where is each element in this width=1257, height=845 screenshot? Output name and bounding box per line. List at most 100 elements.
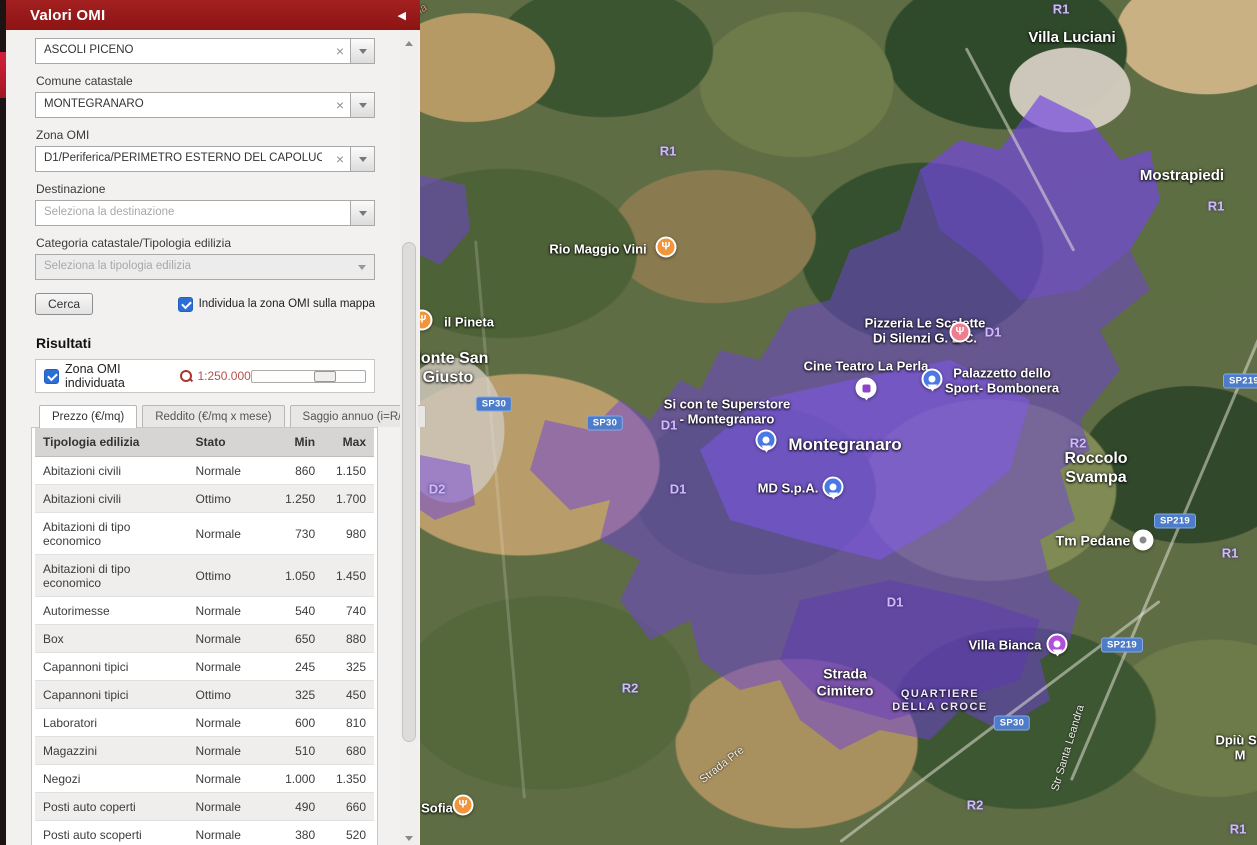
- chevron-down-icon: [358, 265, 366, 274]
- table-row: Posti auto copertiNormale490660: [35, 793, 374, 821]
- clear-icon[interactable]: ×: [336, 151, 344, 167]
- comune-combobox[interactable]: MONTEGRANARO ×: [35, 92, 375, 118]
- cell-max: 980: [323, 513, 374, 555]
- provincia-combobox[interactable]: ASCOLI PICENO ×: [35, 38, 375, 64]
- cell-min: 650: [276, 625, 323, 653]
- cell-stato: Normale: [188, 737, 276, 765]
- rio-maggio-vini-marker[interactable]: Ψ: [656, 237, 677, 258]
- cell-max: 880: [323, 625, 374, 653]
- cell-max: 1.700: [323, 485, 374, 513]
- cell-stato: Ottimo: [188, 681, 276, 709]
- cell-tipologia: Capannoni tipici: [35, 653, 188, 681]
- scroll-up-icon[interactable]: [400, 32, 418, 48]
- zona-omi-combobox[interactable]: D1/Periferica/PERIMETRO ESTERNO DEL CAPO…: [35, 146, 375, 172]
- cell-max: 450: [323, 681, 374, 709]
- map-canvas[interactable]: Villa Luciani Mostrapiedi Rio Maggio Vini i…: [420, 0, 1257, 845]
- panel-scrollbar[interactable]: [400, 30, 418, 845]
- map-zone-label-r2: R2: [622, 681, 639, 696]
- cell-min: 510: [276, 737, 323, 765]
- chevron-down-icon[interactable]: [350, 147, 374, 171]
- map-label-dpiu-supermercato: Dpiù SuM: [1215, 733, 1257, 764]
- cell-min: 1.050: [276, 555, 323, 597]
- il-pineta-marker[interactable]: Ψ: [420, 310, 433, 331]
- cell-stato: Normale: [188, 597, 276, 625]
- map-zone-label-d2: D2: [429, 482, 446, 497]
- cell-max: 1.450: [323, 555, 374, 597]
- table-row: Capannoni tipiciOttimo325450: [35, 681, 374, 709]
- cell-min: 860: [276, 457, 323, 485]
- categoria-placeholder: Seleziona la tipologia edilizia: [44, 260, 354, 272]
- table-row: BoxNormale650880: [35, 625, 374, 653]
- map-zone-label-d1: D1: [985, 325, 1002, 340]
- cell-min: 540: [276, 597, 323, 625]
- page-title: Valori OMI: [30, 7, 105, 24]
- cell-tipologia: Negozi: [35, 765, 188, 793]
- categoria-combobox[interactable]: Seleziona la tipologia edilizia: [35, 254, 375, 280]
- road-badge-sp219: SP219: [1154, 514, 1196, 529]
- zoom-slider[interactable]: [251, 370, 366, 383]
- map-street-label: Corridonia: [420, 2, 430, 43]
- map-label-palazzetto-dello-sport: Palazzetto delloSport- Bombonera: [945, 366, 1059, 397]
- collapse-panel-icon[interactable]: ◀: [398, 9, 406, 22]
- map-street-label: Str Santa Leandra: [1049, 704, 1087, 793]
- chevron-down-icon[interactable]: [350, 201, 374, 225]
- superstore-marker[interactable]: [756, 430, 777, 451]
- cell-stato: Normale: [188, 765, 276, 793]
- map-label-il-pineta: il Pineta: [444, 314, 494, 329]
- table-row: Abitazioni civiliNormale8601.150: [35, 457, 374, 485]
- cell-stato: Ottimo: [188, 555, 276, 597]
- panel-body: ASCOLI PICENO × Comune catastale MONTEGR…: [6, 30, 371, 845]
- cell-stato: Ottimo: [188, 485, 276, 513]
- individua-zona-label: Individua la zona OMI sulla mappa: [199, 298, 375, 310]
- scrollbar-thumb[interactable]: [402, 242, 416, 742]
- map-zone-label-r1: R1: [1230, 822, 1247, 837]
- cell-stato: Normale: [188, 793, 276, 821]
- map-zone-label-d1: D1: [887, 595, 904, 610]
- cell-tipologia: Abitazioni civili: [35, 457, 188, 485]
- scroll-down-icon[interactable]: [400, 827, 418, 843]
- villa-bianca-marker[interactable]: [1047, 634, 1068, 655]
- map-label-cine-teatro-la-perla: Cine Teatro La Perla: [804, 358, 929, 373]
- shopping-marker[interactable]: [856, 378, 877, 399]
- cell-min: 245: [276, 653, 323, 681]
- chevron-down-icon[interactable]: [350, 39, 374, 63]
- map-label-tm-pedane: Tm Pedane: [1056, 533, 1131, 550]
- zona-individuata-checkbox[interactable]: [44, 369, 59, 384]
- cell-min: 600: [276, 709, 323, 737]
- zoom-slider-thumb[interactable]: [314, 371, 336, 382]
- cell-min: 1.000: [276, 765, 323, 793]
- col-max: Max: [323, 428, 374, 457]
- md-spa-marker[interactable]: [823, 477, 844, 498]
- table-row: Capannoni tipiciNormale245325: [35, 653, 374, 681]
- map-label-villa-luciani: Villa Luciani: [1028, 29, 1115, 47]
- tab-prezzo[interactable]: Prezzo (€/mq): [39, 405, 137, 428]
- tm-pedane-marker[interactable]: [1133, 530, 1154, 551]
- cell-max: 1.150: [323, 457, 374, 485]
- individua-zona-checkbox[interactable]: [178, 297, 193, 312]
- zona-omi-value: D1/Periferica/PERIMETRO ESTERNO DEL CAPO…: [44, 152, 322, 164]
- map-label-rio-maggio-vini: Rio Maggio Vini: [549, 241, 646, 256]
- comune-label: Comune catastale: [36, 74, 371, 88]
- palazzetto-marker[interactable]: [922, 369, 943, 390]
- magnifier-icon: [180, 370, 193, 383]
- sofia-marker[interactable]: Ψ: [453, 795, 474, 816]
- tab-reddito[interactable]: Reddito (€/mq x mese): [142, 405, 284, 427]
- col-min: Min: [276, 428, 323, 457]
- map-label-mostrapiedi: Mostrapiedi: [1140, 167, 1224, 185]
- clear-icon[interactable]: ×: [336, 43, 344, 59]
- cell-max: 740: [323, 597, 374, 625]
- chevron-down-icon[interactable]: [350, 93, 374, 117]
- panel-header: Valori OMI ◀: [0, 0, 420, 30]
- destinazione-label: Destinazione: [36, 182, 371, 196]
- pizzeria-marker[interactable]: Ψ: [950, 322, 971, 343]
- cell-tipologia: Box: [35, 625, 188, 653]
- cell-max: 660: [323, 793, 374, 821]
- clear-icon[interactable]: ×: [336, 97, 344, 113]
- table-row: AutorimesseNormale540740: [35, 597, 374, 625]
- results-table: Tipologia edilizia Stato Min Max Abitazi…: [35, 428, 374, 845]
- map-scale-value: 1:250.000: [197, 369, 250, 383]
- destinazione-combobox[interactable]: Seleziona la destinazione: [35, 200, 375, 226]
- map-zone-label-r2: R2: [1070, 436, 1087, 451]
- map-label-montegranaro: Montegranaro: [788, 435, 901, 455]
- cerca-button[interactable]: Cerca: [35, 293, 93, 315]
